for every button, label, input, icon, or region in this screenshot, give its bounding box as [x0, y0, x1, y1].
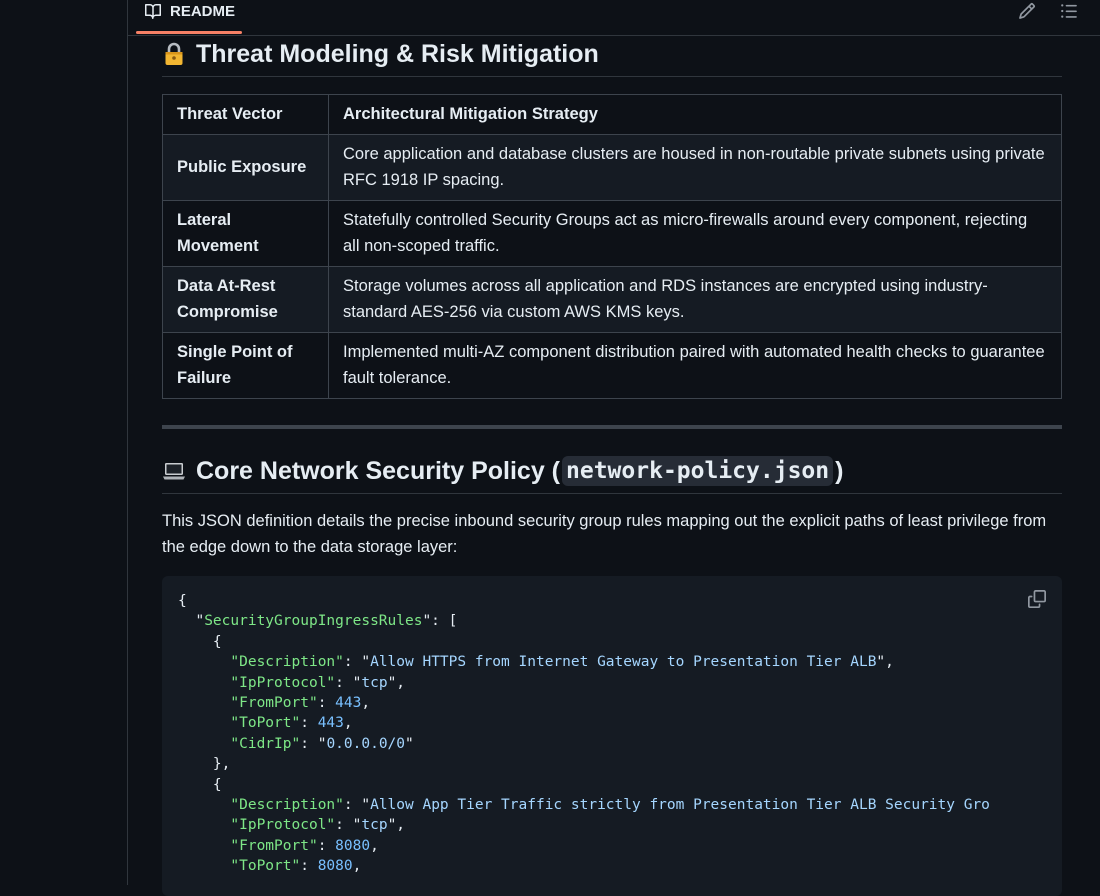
json-number: 443 — [335, 695, 362, 712]
table-row: Lateral Movement Statefully controlled S… — [162, 200, 1062, 267]
table-header-row: Threat Vector Architectural Mitigation S… — [162, 94, 1062, 135]
table-header-cell: Threat Vector — [162, 94, 329, 135]
network-policy-filename: network-policy.json — [562, 456, 834, 486]
left-gutter — [0, 0, 127, 885]
network-policy-title-prefix: Core Network Security Policy ( — [196, 456, 561, 485]
threat-vector-cell: Single Point of Failure — [162, 332, 329, 399]
readme-tab-label: README — [170, 3, 236, 20]
threat-vector-cell: Data At-Rest Compromise — [162, 266, 329, 333]
table-row: Data At-Rest Compromise Storage volumes … — [162, 266, 1062, 333]
laptop-icon — [163, 463, 185, 480]
json-number: 8080 — [335, 837, 371, 854]
mitigation-cell: Storage volumes across all application a… — [328, 266, 1062, 333]
json-string: Allow App Tier Traffic strictly from Pre… — [370, 797, 990, 814]
threat-vector-cell: Lateral Movement — [162, 200, 329, 267]
json-number: 443 — [317, 715, 344, 732]
active-tab-indicator — [136, 31, 242, 34]
threat-modeling-title: Threat Modeling & Risk Mitigation — [196, 39, 599, 68]
readme-header: README — [128, 0, 1100, 36]
json-string: 0.0.0.0/0 — [326, 735, 406, 752]
book-icon — [145, 3, 161, 19]
pencil-icon[interactable] — [1018, 2, 1036, 20]
table-header-cell: Architectural Mitigation Strategy — [328, 94, 1062, 135]
network-policy-intro: This JSON definition details the precise… — [162, 512, 1047, 556]
readme-panel: README Threat Modeling & Risk Mitigation — [128, 0, 1100, 896]
json-key: SecurityGroupIngressRules — [204, 613, 423, 630]
json-string: tcp — [361, 674, 388, 691]
network-policy-heading-wrap: Core Network Security Policy ( network-p… — [162, 453, 1062, 494]
threat-modeling-heading-wrap: Threat Modeling & Risk Mitigation — [162, 36, 1062, 77]
network-policy-title-suffix: ) — [835, 456, 844, 485]
table-row: Public Exposure Core application and dat… — [162, 134, 1062, 201]
json-code-block: { "SecurityGroupIngressRules": [ { "Desc… — [162, 576, 1062, 896]
json-code: { "SecurityGroupIngressRules": [ { "Desc… — [178, 593, 990, 875]
threat-table: Threat Vector Architectural Mitigation S… — [162, 94, 1062, 399]
json-string: Allow HTTPS from Internet Gateway to Pre… — [370, 654, 877, 671]
json-number: 8080 — [317, 858, 353, 875]
table-of-contents-icon[interactable] — [1060, 2, 1078, 20]
lock-icon — [165, 42, 183, 65]
network-policy-heading: Core Network Security Policy ( network-p… — [162, 453, 1062, 489]
copy-icon[interactable] — [1028, 590, 1046, 608]
json-string: tcp — [361, 817, 388, 834]
mitigation-cell: Core application and database clusters a… — [328, 134, 1062, 201]
mitigation-cell: Implemented multi-AZ component distribut… — [328, 332, 1062, 399]
threat-modeling-heading: Threat Modeling & Risk Mitigation — [162, 36, 1062, 72]
threat-vector-cell: Public Exposure — [162, 134, 329, 201]
mitigation-cell: Statefully controlled Security Groups ac… — [328, 200, 1062, 267]
readme-content: Threat Modeling & Risk Mitigation Threat… — [162, 36, 1062, 896]
table-row: Single Point of Failure Implemented mult… — [162, 332, 1062, 399]
readme-tab[interactable]: README — [144, 0, 235, 35]
